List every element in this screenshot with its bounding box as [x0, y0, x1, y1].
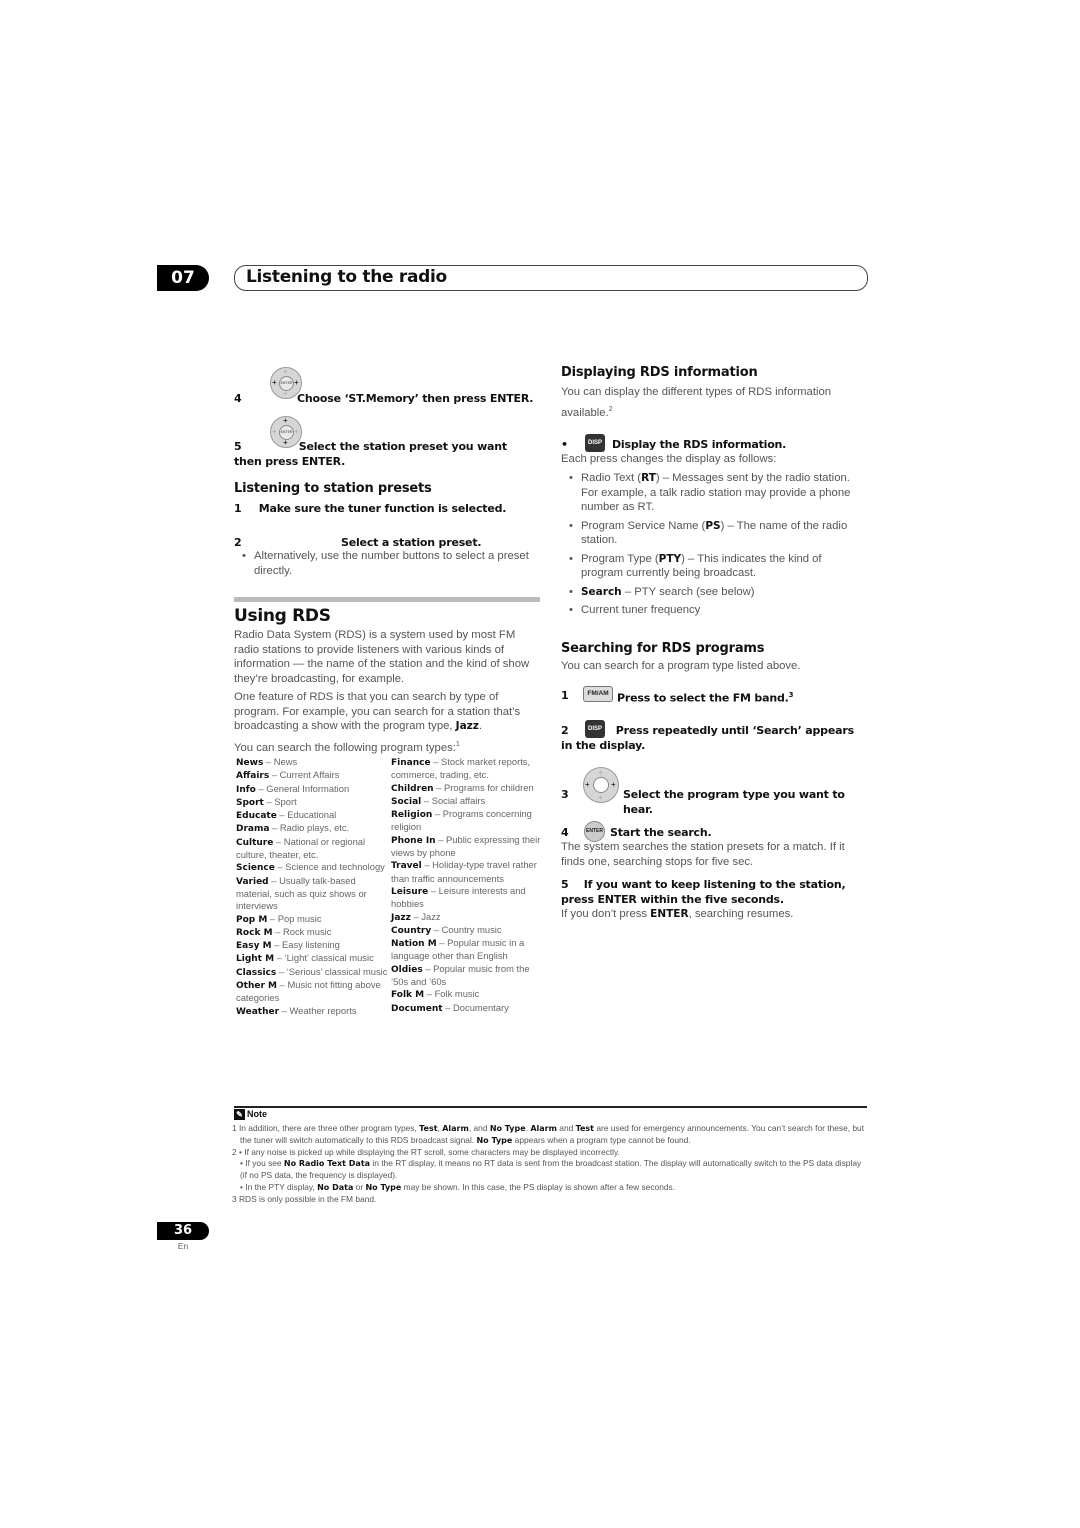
program-type-item: Nation M – Popular music in a language o…	[391, 937, 525, 962]
program-type-item: Varied – Usually talk-based material, su…	[236, 874, 367, 912]
step-text: Choose ‘ST.Memory’ then press ENTER.	[297, 392, 534, 405]
program-type-item: Weather – Weather reports	[236, 1004, 357, 1017]
program-type-item: Oldies – Popular music from the ’50s and…	[391, 962, 530, 988]
program-type-item: Phone In – Public expressing their views…	[391, 833, 541, 859]
section-divider	[234, 597, 540, 602]
step-text: Select the station preset you want then …	[234, 440, 507, 468]
program-type-item: Country – Country music	[391, 923, 502, 936]
step-number: 4	[234, 392, 242, 405]
step-text: Select a station preset.	[341, 536, 482, 549]
fm-am-button-icon: FM/AM	[583, 686, 613, 702]
search-step-5: 5 If you want to keep listening to the s…	[561, 877, 866, 907]
footnote-item: 1 In addition, there are three other pro…	[232, 1123, 865, 1145]
program-type-item: Drama – Radio plays, etc.	[236, 822, 350, 835]
program-type-item: Jazz – Jazz	[391, 910, 441, 923]
program-type-item: Social – Social affairs	[391, 794, 486, 807]
program-type-item: Easy M – Easy listening	[236, 939, 340, 952]
section-heading-station-presets: Listening to station presets	[234, 481, 432, 496]
program-type-item: News – News	[236, 756, 298, 768]
step-5-description: If you don’t press ENTER, searching resu…	[561, 908, 794, 920]
footnote-item: 3 RDS is only possible in the FM band.	[232, 1193, 377, 1204]
step-number: 2	[561, 724, 569, 737]
section-heading-displaying-rds: Displaying RDS information	[561, 365, 758, 380]
footnote-item: • In the PTY display, No Data or No Type…	[240, 1181, 676, 1192]
step-text: If you want to keep listening to the sta…	[561, 878, 846, 906]
page-language: En	[177, 1241, 189, 1251]
bullet-item: Alternatively, use the number buttons to…	[234, 549, 534, 578]
footnote-item: 2 • If any noise is picked up while disp…	[232, 1146, 620, 1157]
rds-paragraph-3: You can search the following program typ…	[234, 740, 460, 754]
footnotes: 1 In addition, there are three other pro…	[232, 1123, 868, 1206]
program-type-item: Travel – Holiday-type travel rather than…	[391, 859, 537, 884]
section-heading-searching-rds: Searching for RDS programs	[561, 641, 765, 656]
step-4-st-memory: 4 ENTER + + + + Choose ‘ST.Memory’ then …	[234, 367, 544, 405]
disp-button-icon: DISP	[585, 434, 605, 452]
step-number: 5	[561, 878, 569, 891]
rds-display-mode-item: Radio Text (RT) – Messages sent by the r…	[561, 471, 866, 515]
step-text: Display the RDS information.	[612, 438, 787, 451]
step-number: 1	[561, 689, 569, 702]
presets-step-2: 2 – ST + Select a station preset.	[234, 529, 482, 549]
note-heading: ✎ Note	[234, 1109, 267, 1121]
step-number: 5	[234, 440, 242, 453]
program-type-item: Info – General Information	[236, 782, 350, 795]
program-type-item: Leisure – Leisure interests and hobbies	[391, 884, 526, 910]
note-divider	[234, 1106, 867, 1108]
program-type-item: Culture – National or regional culture, …	[236, 835, 366, 861]
program-type-item: Sport – Sport	[236, 795, 297, 808]
program-type-item: Classics – ‘Serious’ classical music	[236, 965, 388, 978]
step-text: Press to select the FM band.3	[617, 691, 794, 705]
step-4-description: The system searches the station presets …	[561, 841, 845, 868]
rds-display-mode-list: Radio Text (RT) – Messages sent by the r…	[561, 471, 866, 622]
step-text: Make sure the tuner function is selected…	[258, 502, 507, 515]
step-number: 4	[561, 826, 569, 839]
rds-display-mode-item: Program Service Name (PS) – The name of …	[561, 519, 866, 548]
program-types-column-2: Finance – Stock market reports, commerce…	[391, 756, 543, 1015]
rds-display-mode-item: Search – PTY search (see below)	[561, 585, 866, 600]
step-5-select-preset: ENTER + + + + 5 Select the station prese…	[234, 416, 524, 468]
program-type-item: Religion – Programs concerning religion	[391, 808, 532, 833]
program-type-item: Rock M – Rock music	[236, 925, 332, 938]
chapter-title: Listening to the radio	[246, 267, 447, 287]
search-intro: You can search for a program type listed…	[561, 660, 801, 672]
step-text: Start the search.	[610, 826, 712, 839]
program-type-item: Finance – Stock market reports, commerce…	[391, 756, 531, 781]
search-step-2: DISP 2 Press repeatedly until ‘Search’ a…	[561, 720, 866, 756]
program-type-item: Folk M – Folk music	[391, 988, 480, 1001]
program-type-item: Pop M – Pop music	[236, 912, 322, 925]
search-step-4: 4 ENTER Start the search.	[561, 821, 866, 842]
presets-bullet-list: Alternatively, use the number buttons to…	[234, 549, 534, 582]
step-number: 2	[234, 536, 242, 549]
enter-button-icon: ENTER	[584, 821, 605, 842]
rds-display-mode-item: Current tuner frequency	[561, 603, 866, 618]
direction-pad-icon: + + + +	[583, 767, 619, 803]
search-step-1: 1 FM/AM Press to select the FM band.3	[561, 686, 866, 705]
rds-paragraph-2: One feature of RDS is that you can searc…	[234, 691, 521, 732]
program-type-item: Educate – Educational	[236, 809, 337, 822]
display-intro: You can display the different types of R…	[561, 386, 832, 419]
pencil-note-icon: ✎	[234, 1109, 245, 1121]
step-text: Press repeatedly until ‘Search’ appears …	[561, 724, 854, 752]
program-type-item: Science – Science and technology	[236, 861, 385, 874]
program-type-item: Document – Documentary	[391, 1001, 509, 1014]
rds-paragraph-1: Radio Data System (RDS) is a system used…	[234, 629, 530, 685]
footnote-item: • If you see No Radio Text Data in the R…	[240, 1158, 862, 1181]
rds-display-mode-item: Program Type (PTY) – This indicates the …	[561, 552, 866, 581]
step-number: 3	[561, 788, 569, 801]
program-type-item: Affairs – Current Affairs	[236, 769, 340, 782]
each-press-text: Each press changes the display as follow…	[561, 453, 777, 465]
page-number: 36	[157, 1222, 209, 1240]
display-rds-step: • DISP Display the RDS information.	[561, 434, 866, 454]
program-type-item: Children – Programs for children	[391, 781, 534, 794]
step-text: Select the program type you want to hear…	[623, 788, 845, 816]
program-type-item: Other M – Music not fitting above catego…	[236, 979, 381, 1004]
program-type-item: Light M – ‘Light’ classical music	[236, 952, 374, 965]
step-number: 1	[234, 502, 242, 515]
section-heading-using-rds: Using RDS	[234, 606, 331, 626]
presets-step-1: 1 Make sure the tuner function is select…	[234, 501, 506, 516]
program-types-column-1: News – News Affairs – Current Affairs Info…	[236, 756, 388, 1018]
search-step-3: 3 + + + + Select the program type you wa…	[561, 767, 866, 816]
chapter-number: 07	[157, 265, 209, 291]
